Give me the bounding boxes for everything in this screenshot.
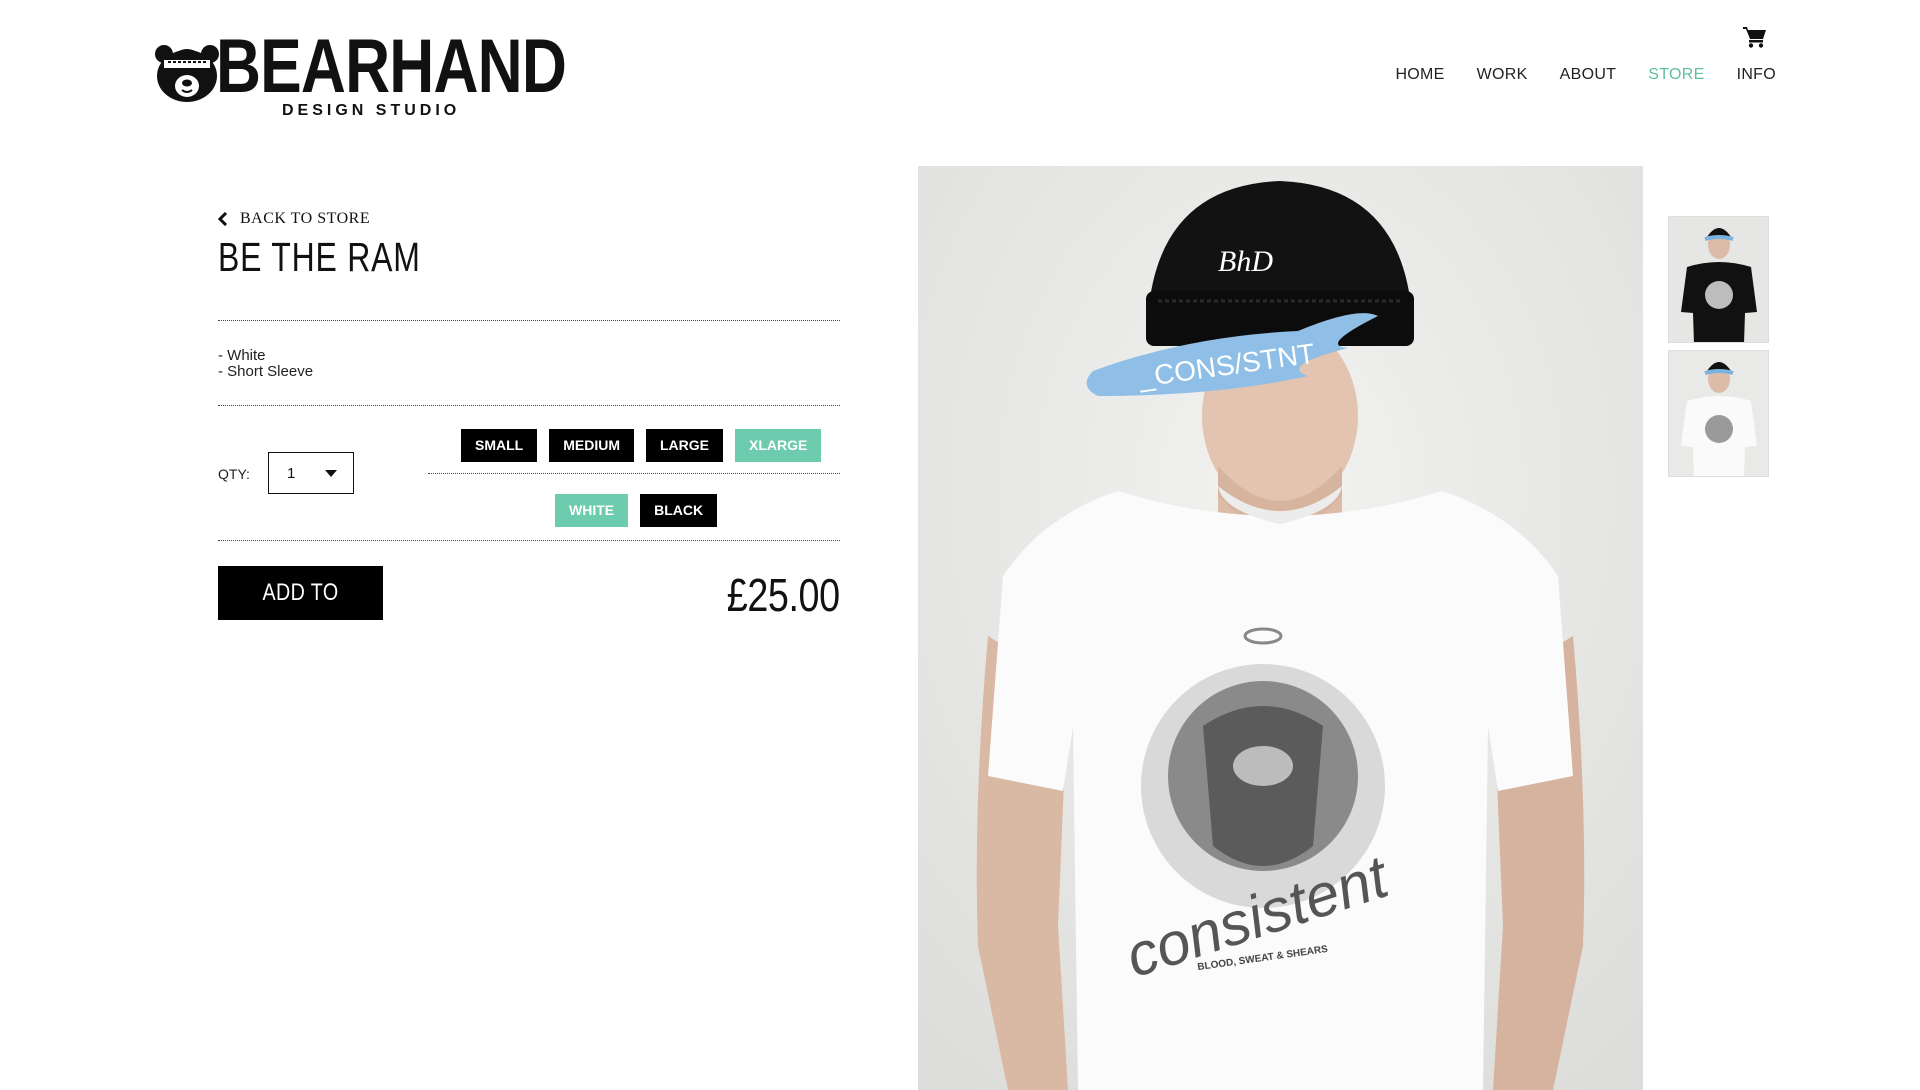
size-option-large[interactable]: LARGE [646, 429, 723, 462]
size-option-xlarge[interactable]: XLARGE [735, 429, 822, 462]
brand-wordmark: BEARHAND [216, 24, 567, 109]
nav-info[interactable]: INFO [1737, 66, 1776, 84]
chevron-left-icon [218, 212, 228, 226]
divider [218, 540, 840, 541]
size-option-medium[interactable]: MEDIUM [549, 429, 634, 462]
product-details-panel: BACK TO STORE BE THE RAM - White - Short… [218, 210, 840, 660]
nav-store[interactable]: STORE [1648, 66, 1704, 84]
brand-logo[interactable]: BEARHAND DESIGN STUDIO [154, 24, 567, 122]
product-price: £25.00 [727, 569, 840, 621]
product-title: BE THE RAM [218, 234, 421, 280]
color-options: WHITE BLACK [555, 494, 718, 527]
quantity-label: QTY: [218, 466, 250, 482]
quantity-value: 1 [287, 464, 296, 482]
thumbnail-white-tshirt[interactable] [1668, 350, 1769, 477]
brand-subtitle: DESIGN STUDIO [282, 102, 461, 119]
thumbnail-black-tshirt[interactable] [1668, 216, 1769, 343]
caret-down-icon [325, 469, 337, 477]
color-option-black[interactable]: BLACK [640, 494, 718, 527]
color-option-white[interactable]: WHITE [555, 494, 629, 527]
divider [218, 320, 840, 321]
divider [428, 473, 840, 474]
size-option-small[interactable]: SMALL [461, 429, 538, 462]
model-photo-illustration: consistent BLOOD, SWEAT & SHEARS BhD _CO… [918, 166, 1643, 1090]
nav-work[interactable]: WORK [1477, 66, 1528, 84]
description-line: - Short Sleeve [218, 363, 314, 380]
nav-home[interactable]: HOME [1395, 66, 1444, 84]
shopping-cart-icon[interactable] [1743, 26, 1767, 48]
main-navigation: HOME WORK ABOUT STORE INFO [1395, 66, 1776, 84]
bear-head-logo-icon [155, 45, 219, 102]
black-tshirt-thumbnail-image [1669, 217, 1768, 342]
divider [218, 405, 840, 406]
back-to-store-link[interactable]: BACK TO STORE [218, 210, 840, 228]
size-options: SMALL MEDIUM LARGE XLARGE [461, 429, 822, 462]
back-to-store-label: BACK TO STORE [240, 210, 371, 227]
white-tshirt-thumbnail-image [1669, 351, 1768, 476]
description-line: - White [218, 347, 266, 364]
product-description: - White - Short Sleeve [218, 348, 313, 380]
add-to-cart-label: ADD TO CART [262, 579, 339, 660]
add-to-cart-button[interactable]: ADD TO CART [218, 566, 383, 660]
beanie-logo-text: BhD [1218, 245, 1273, 278]
quantity-select[interactable]: 1 [268, 452, 354, 494]
nav-about[interactable]: ABOUT [1560, 66, 1617, 84]
product-main-image: consistent BLOOD, SWEAT & SHEARS BhD _CO… [918, 166, 1643, 1090]
